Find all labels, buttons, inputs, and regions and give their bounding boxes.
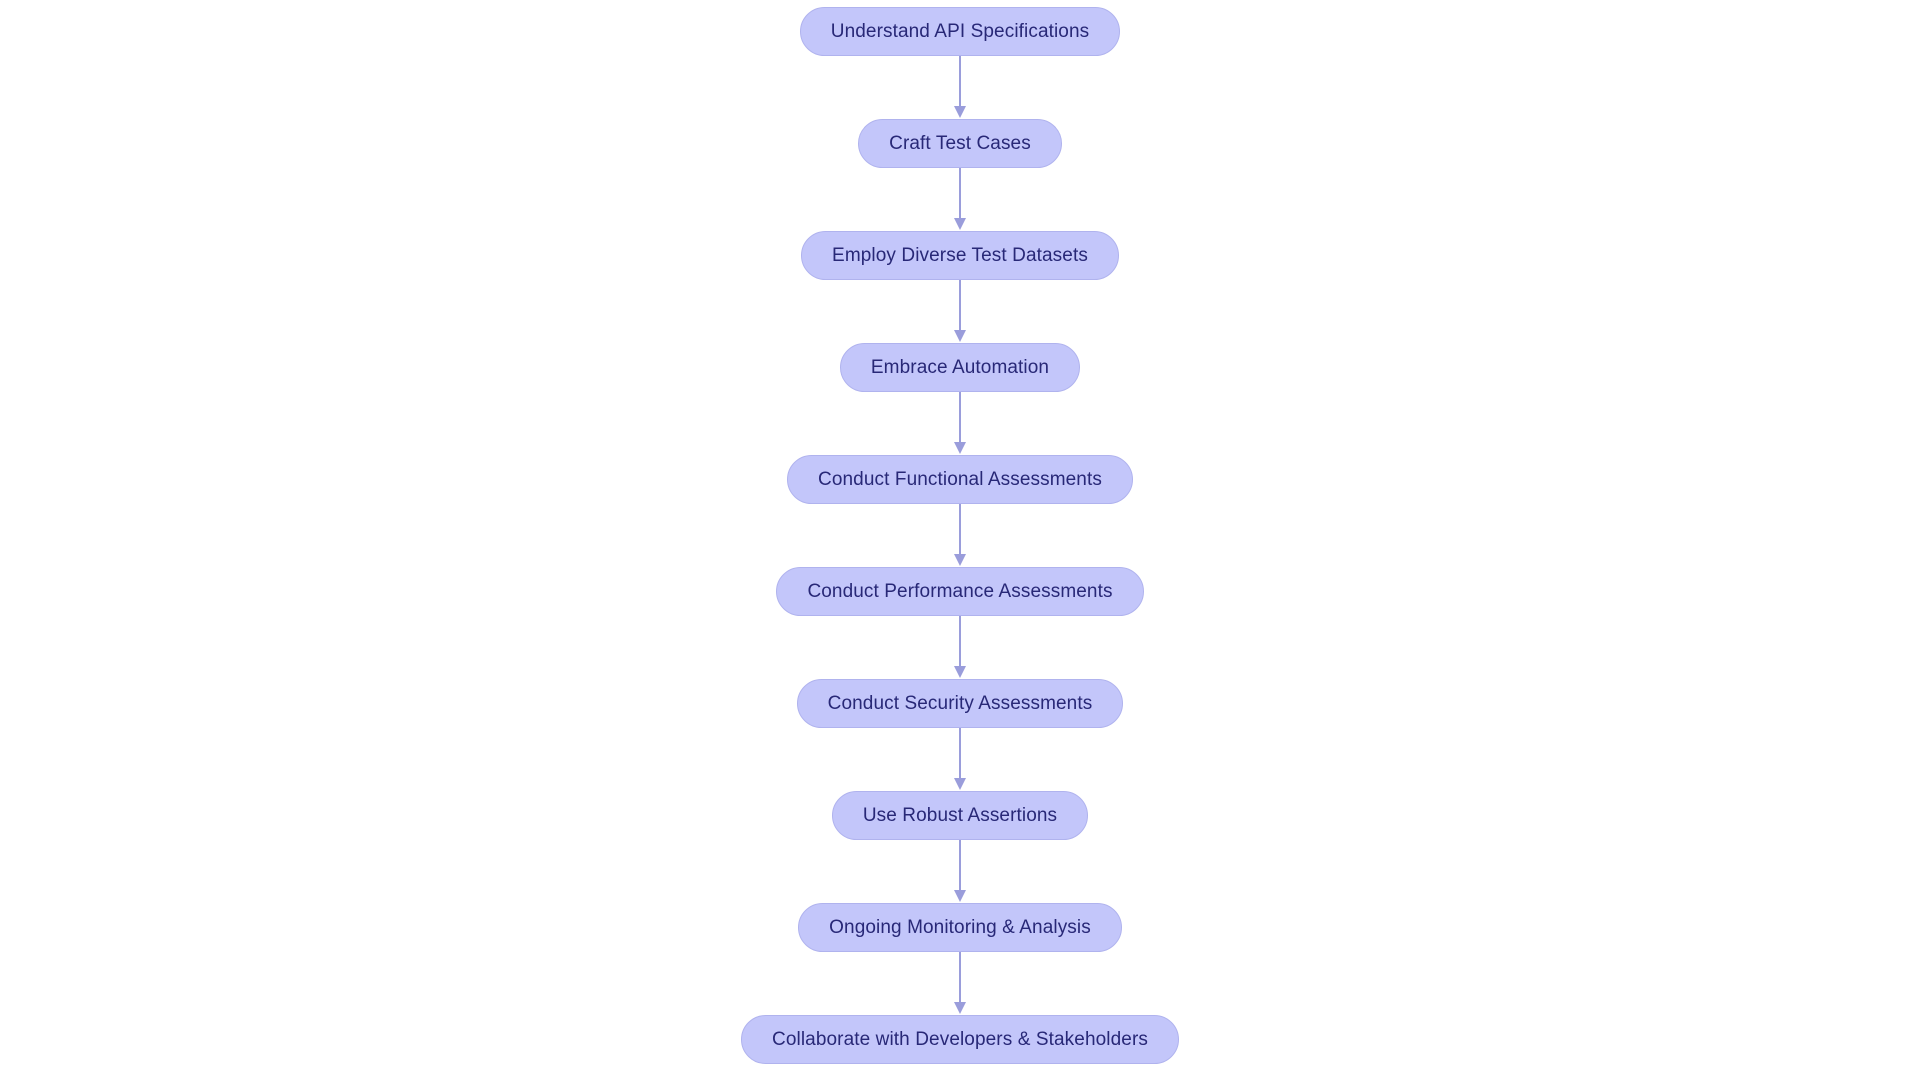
- flowchart-canvas: Understand API Specifications Craft Test…: [0, 0, 1920, 1080]
- flow-node-label: Craft Test Cases: [889, 133, 1031, 154]
- flow-node-label: Collaborate with Developers & Stakeholde…: [772, 1029, 1148, 1050]
- flow-edge-n2-n3: [950, 168, 970, 231]
- flow-node-craft-test-cases[interactable]: Craft Test Cases: [858, 119, 1062, 168]
- flow-node-understand-api-specifications[interactable]: Understand API Specifications: [799, 7, 1121, 56]
- flow-node-label: Conduct Performance Assessments: [807, 581, 1113, 602]
- flow-edge-n3-n4: [950, 280, 970, 343]
- flow-edge-n4-n5: [950, 392, 970, 455]
- flow-node-use-robust-assertions[interactable]: Use Robust Assertions: [831, 791, 1089, 840]
- flow-edge-n7-n8: [950, 728, 970, 791]
- flow-node-label: Employ Diverse Test Datasets: [832, 245, 1088, 266]
- flow-node-embrace-automation[interactable]: Embrace Automation: [839, 343, 1081, 392]
- flow-edge-n6-n7: [950, 616, 970, 679]
- flow-node-label: Ongoing Monitoring & Analysis: [829, 917, 1091, 938]
- flow-edge-n5-n6: [950, 504, 970, 567]
- flow-node-label: Embrace Automation: [870, 357, 1050, 378]
- flow-node-label: Understand API Specifications: [830, 21, 1090, 42]
- flow-node-label: Use Robust Assertions: [862, 805, 1058, 826]
- flow-edge-n1-n2: [950, 56, 970, 119]
- flow-node-conduct-security-assessments[interactable]: Conduct Security Assessments: [796, 679, 1124, 728]
- flow-node-conduct-functional-assessments[interactable]: Conduct Functional Assessments: [787, 455, 1133, 504]
- flow-edge-n9-n10: [950, 952, 970, 1015]
- flow-node-label: Conduct Security Assessments: [827, 693, 1093, 714]
- flow-node-conduct-performance-assessments[interactable]: Conduct Performance Assessments: [776, 567, 1144, 616]
- flowchart-node-column: Understand API Specifications Craft Test…: [0, 0, 1920, 1080]
- flow-edge-n8-n9: [950, 840, 970, 903]
- flow-node-ongoing-monitoring-analysis[interactable]: Ongoing Monitoring & Analysis: [798, 903, 1122, 952]
- flow-node-collaborate-with-developers-stakeholders[interactable]: Collaborate with Developers & Stakeholde…: [741, 1015, 1179, 1064]
- flow-node-employ-diverse-test-datasets[interactable]: Employ Diverse Test Datasets: [801, 231, 1119, 280]
- flow-node-label: Conduct Functional Assessments: [818, 469, 1102, 490]
